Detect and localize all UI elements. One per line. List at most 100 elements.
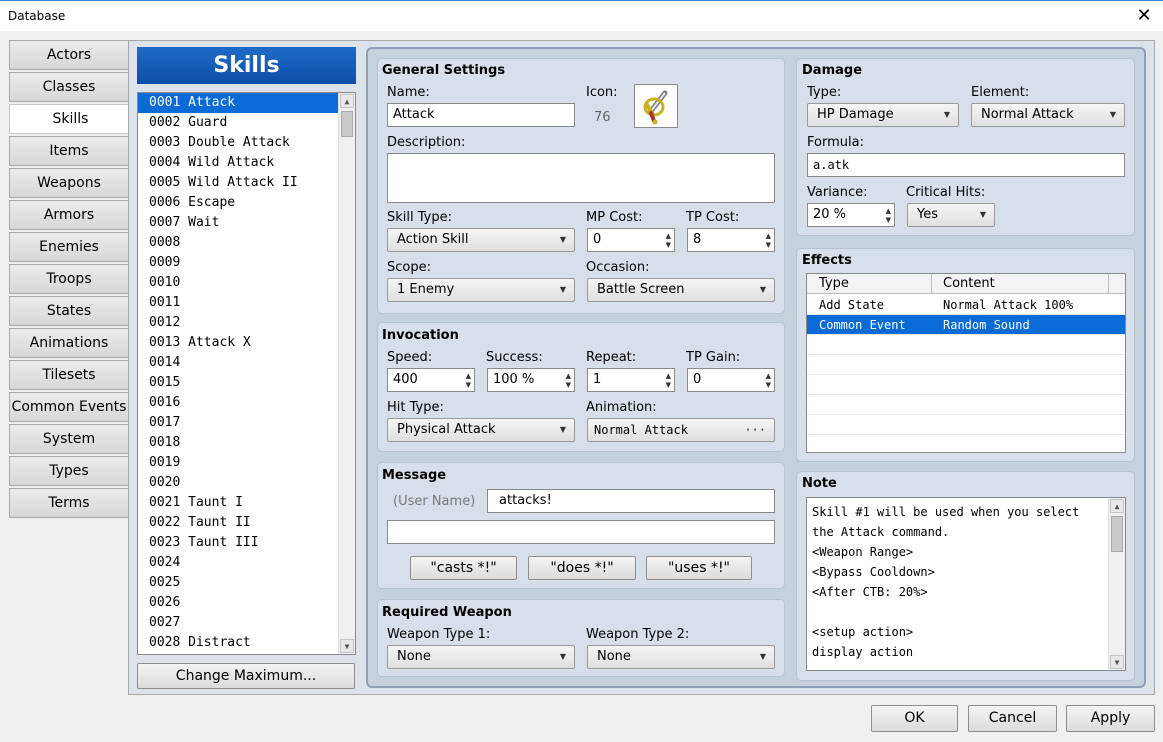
hit-type-select[interactable]: Physical Attack ▼: [387, 418, 575, 442]
list-item[interactable]: 0006 Escape: [138, 193, 355, 213]
message-line2-input[interactable]: [387, 520, 775, 544]
list-item[interactable]: 0007 Wait: [138, 213, 355, 233]
spin-up-icon[interactable]: ▲: [566, 372, 571, 380]
element-select[interactable]: Normal Attack ▼: [971, 103, 1125, 127]
scroll-up-icon[interactable]: ▲: [1110, 499, 1124, 513]
list-item[interactable]: 0020: [138, 473, 355, 493]
tab-animations[interactable]: Animations: [9, 328, 129, 358]
list-item[interactable]: 0016: [138, 393, 355, 413]
list-item[interactable]: 0005 Wild Attack II: [138, 173, 355, 193]
ok-button[interactable]: OK: [871, 705, 958, 732]
tab-states[interactable]: States: [9, 296, 129, 326]
skill-list[interactable]: 0001 Attack 0002 Guard 0003 Double Attack 0…: [137, 92, 356, 655]
casts-button[interactable]: "casts *!": [410, 556, 517, 580]
name-input[interactable]: Attack: [387, 103, 575, 127]
list-item[interactable]: 0026: [138, 593, 355, 613]
weapon-type2-select[interactable]: None ▼: [587, 645, 775, 669]
scroll-thumb[interactable]: [341, 111, 353, 137]
effect-row[interactable]: [807, 395, 1125, 415]
ellipsis-icon[interactable]: ···: [744, 419, 766, 441]
list-item[interactable]: 0012: [138, 313, 355, 333]
change-maximum-button[interactable]: Change Maximum...: [137, 663, 355, 689]
list-item[interactable]: 0002 Guard: [138, 113, 355, 133]
skill-type-select[interactable]: Action Skill ▼: [387, 228, 575, 252]
list-item[interactable]: 0013 Attack X: [138, 333, 355, 353]
tab-system[interactable]: System: [9, 424, 129, 454]
list-item[interactable]: 0010: [138, 273, 355, 293]
success-spinner[interactable]: 100 % ▲ ▼: [487, 368, 575, 392]
effects-table[interactable]: Type Content Add State Normal Attack 100%…: [806, 273, 1126, 453]
list-item[interactable]: 0003 Double Attack: [138, 133, 355, 153]
tab-common-events[interactable]: Common Events: [9, 392, 129, 422]
effect-row[interactable]: [807, 355, 1125, 375]
tab-types[interactable]: Types: [9, 456, 129, 486]
occasion-select[interactable]: Battle Screen ▼: [587, 278, 775, 302]
repeat-spinner[interactable]: 1 ▲ ▼: [587, 368, 675, 392]
sword-icon[interactable]: [634, 84, 678, 128]
spin-down-icon[interactable]: ▼: [466, 381, 471, 389]
variance-spinner[interactable]: 20 % ▲ ▼: [807, 203, 895, 227]
scope-select[interactable]: 1 Enemy ▼: [387, 278, 575, 302]
list-item[interactable]: 0017: [138, 413, 355, 433]
damage-type-select[interactable]: HP Damage ▼: [807, 103, 959, 127]
effect-row[interactable]: Common Event Random Sound: [807, 315, 1125, 335]
tab-weapons[interactable]: Weapons: [9, 168, 129, 198]
spin-down-icon[interactable]: ▼: [666, 381, 671, 389]
formula-input[interactable]: a.atk: [807, 153, 1125, 177]
animation-picker[interactable]: Normal Attack ···: [587, 418, 775, 442]
scroll-down-icon[interactable]: ▼: [340, 639, 354, 653]
note-scrollbar[interactable]: ▲ ▼: [1108, 498, 1125, 670]
list-item[interactable]: 0023 Taunt III: [138, 533, 355, 553]
list-item[interactable]: 0024: [138, 553, 355, 573]
spin-up-icon[interactable]: ▲: [666, 232, 671, 240]
list-scrollbar[interactable]: ▲ ▼: [338, 93, 355, 654]
close-icon[interactable]: ✕: [1133, 5, 1155, 27]
tab-items[interactable]: Items: [9, 136, 129, 166]
cancel-button[interactable]: Cancel: [968, 705, 1057, 732]
mp-cost-spinner[interactable]: 0 ▲ ▼: [587, 228, 675, 252]
list-item[interactable]: 0018: [138, 433, 355, 453]
list-item[interactable]: 0025: [138, 573, 355, 593]
list-item[interactable]: 0008: [138, 233, 355, 253]
effect-row[interactable]: [807, 415, 1125, 435]
spin-up-icon[interactable]: ▲: [466, 372, 471, 380]
spin-up-icon[interactable]: ▲: [766, 232, 771, 240]
tab-armors[interactable]: Armors: [9, 200, 129, 230]
effect-row[interactable]: [807, 435, 1125, 452]
spin-up-icon[interactable]: ▲: [886, 207, 891, 215]
list-item[interactable]: 0019: [138, 453, 355, 473]
spin-down-icon[interactable]: ▼: [666, 241, 671, 249]
list-item[interactable]: 0027: [138, 613, 355, 633]
effect-row[interactable]: Add State Normal Attack 100%: [807, 295, 1125, 315]
list-item[interactable]: 0004 Wild Attack: [138, 153, 355, 173]
uses-button[interactable]: "uses *!": [646, 556, 752, 580]
spin-down-icon[interactable]: ▼: [766, 241, 771, 249]
list-item[interactable]: 0014: [138, 353, 355, 373]
apply-button[interactable]: Apply: [1066, 705, 1155, 732]
spin-down-icon[interactable]: ▼: [766, 381, 771, 389]
list-item[interactable]: 0021 Taunt I: [138, 493, 355, 513]
tab-troops[interactable]: Troops: [9, 264, 129, 294]
spin-up-icon[interactable]: ▲: [666, 372, 671, 380]
tab-skills[interactable]: Skills: [9, 104, 131, 134]
list-item[interactable]: 0028 Distract: [138, 633, 355, 653]
tab-tilesets[interactable]: Tilesets: [9, 360, 129, 390]
col-type-header[interactable]: Type: [819, 276, 849, 291]
list-item[interactable]: 0015: [138, 373, 355, 393]
scroll-thumb[interactable]: [1111, 516, 1123, 552]
tab-actors[interactable]: Actors: [9, 40, 129, 70]
weapon-type1-select[interactable]: None ▼: [387, 645, 575, 669]
list-item[interactable]: 0011: [138, 293, 355, 313]
spin-up-icon[interactable]: ▲: [766, 372, 771, 380]
description-input[interactable]: [387, 153, 775, 203]
speed-spinner[interactable]: 400 ▲ ▼: [387, 368, 475, 392]
tp-gain-spinner[interactable]: 0 ▲ ▼: [687, 368, 775, 392]
spin-down-icon[interactable]: ▼: [886, 216, 891, 224]
tab-classes[interactable]: Classes: [9, 72, 129, 102]
message-line1-input[interactable]: attacks!: [487, 489, 775, 513]
tp-cost-spinner[interactable]: 8 ▲ ▼: [687, 228, 775, 252]
list-item[interactable]: 0001 Attack: [138, 93, 355, 113]
effect-row[interactable]: [807, 335, 1125, 355]
tab-terms[interactable]: Terms: [9, 488, 129, 518]
spin-down-icon[interactable]: ▼: [566, 381, 571, 389]
